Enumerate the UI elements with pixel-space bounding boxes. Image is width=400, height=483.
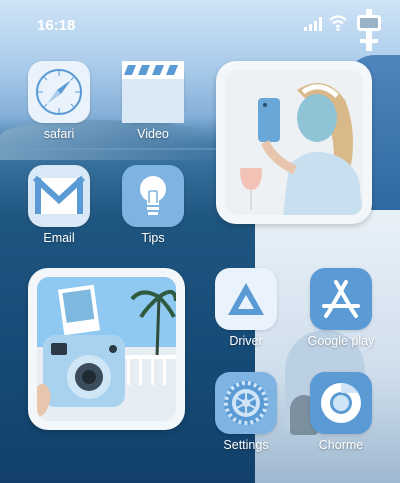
app-driver[interactable]: Driver [207, 268, 285, 348]
app-google-play[interactable]: Google play [302, 268, 380, 348]
compass-icon [28, 61, 90, 123]
app-label: Chorme [318, 438, 364, 452]
status-bar: 16:18 [0, 0, 400, 51]
app-settings[interactable]: Settings [207, 372, 285, 452]
chrome-icon [310, 372, 372, 434]
app-store-icon [310, 268, 372, 330]
app-label: Driver [229, 334, 263, 348]
photo-widget-top[interactable] [216, 61, 372, 224]
app-label: Settings [223, 438, 269, 452]
app-label: Tips [141, 231, 165, 245]
photo-widget-bottom[interactable] [28, 268, 185, 430]
clapperboard-icon [122, 61, 184, 123]
envelope-icon [28, 165, 90, 227]
app-label: Email [43, 231, 75, 245]
app-email[interactable]: Email [20, 165, 98, 245]
drive-triangle-icon [215, 268, 277, 330]
battery-icon [357, 9, 381, 51]
app-video[interactable]: Video [114, 61, 192, 141]
app-safari[interactable]: safari [20, 61, 98, 141]
app-chrome[interactable]: Chorme [302, 372, 380, 452]
app-tips[interactable]: Tips [114, 165, 192, 245]
cellular-signal-icon [304, 17, 322, 31]
selfie-photo [225, 70, 363, 215]
wifi-icon [329, 15, 347, 31]
app-label: Google play [307, 334, 375, 348]
gear-icon [215, 372, 277, 434]
app-label: Video [137, 127, 169, 141]
status-time: 16:18 [37, 17, 76, 34]
instant-camera-photo [37, 277, 176, 421]
lightbulb-icon [122, 165, 184, 227]
app-label: safari [43, 127, 75, 141]
